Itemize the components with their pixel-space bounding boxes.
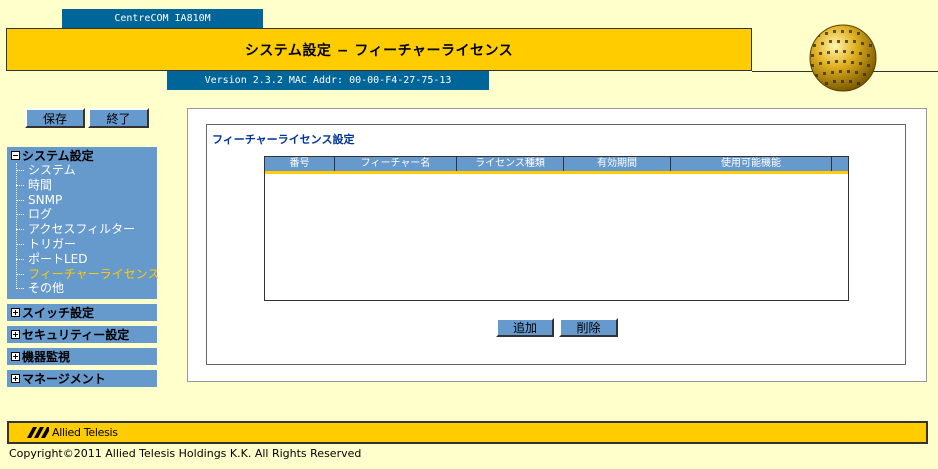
- expand-icon[interactable]: [11, 373, 20, 383]
- sidebar-item-trigger[interactable]: トリガー: [16, 237, 157, 252]
- page-title: システム設定 − フィーチャーライセンス: [6, 28, 752, 71]
- sidebar-item-port-led[interactable]: ポートLED: [16, 252, 157, 267]
- sidebar-group-system-header[interactable]: システム設定: [7, 147, 157, 163]
- model-name-tab: CentreCOM IA810M: [62, 9, 263, 28]
- sidebar-group-label: システム設定: [22, 148, 94, 163]
- column-header-validity-period: 有効期間: [564, 157, 671, 171]
- logo-text: Allied Telesis: [52, 426, 118, 439]
- table-header-row: 番号 フィーチャー名 ライセンス種類 有効期間 使用可能機能: [265, 157, 848, 174]
- sidebar-group-system: システム設定 システム 時間 SNMP ログ アクセスフィルター トリガー ポー…: [7, 147, 159, 299]
- column-header-available-features: 使用可能機能: [671, 157, 832, 171]
- sidebar-group-security[interactable]: セキュリティー設定: [7, 326, 157, 343]
- sidebar-item-snmp[interactable]: SNMP: [16, 193, 157, 208]
- add-button[interactable]: 追加: [496, 318, 554, 337]
- allied-telesis-logo: Allied Telesis: [27, 426, 118, 439]
- sidebar-group-label: 機器監視: [22, 349, 71, 364]
- globe-logo-icon: [809, 24, 877, 92]
- expand-icon[interactable]: [11, 329, 20, 339]
- sidebar-group-label: スイッチ設定: [22, 305, 95, 320]
- column-header-blank: [832, 157, 848, 171]
- sidebar-group-switch[interactable]: スイッチ設定: [7, 304, 157, 321]
- section-title: フィーチャーライセンス設定: [212, 133, 355, 146]
- footer-bar: Allied Telesis: [7, 421, 928, 444]
- sidebar-group-label: マネージメント: [22, 371, 106, 386]
- sidebar-item-time[interactable]: 時間: [16, 178, 157, 193]
- delete-button[interactable]: 削除: [559, 318, 618, 337]
- save-button[interactable]: 保存: [25, 108, 85, 128]
- sidebar-group-label: セキュリティー設定: [22, 327, 130, 342]
- copyright-text: Copyright©2011 Allied Telesis Holdings K…: [9, 447, 362, 460]
- sidebar-item-log[interactable]: ログ: [16, 207, 157, 222]
- collapse-icon[interactable]: [11, 150, 20, 160]
- sidebar-group-monitor[interactable]: 機器監視: [7, 348, 157, 365]
- license-table: 番号 フィーチャー名 ライセンス種類 有効期間 使用可能機能: [264, 156, 849, 301]
- version-info: Version 2.3.2 MAC Addr: 00-00-F4-27-75-1…: [167, 71, 489, 90]
- allied-telesis-mark-icon: [27, 427, 49, 438]
- column-header-number: 番号: [265, 157, 335, 171]
- expand-icon[interactable]: [11, 307, 20, 317]
- column-header-feature-name: フィーチャー名: [335, 157, 457, 171]
- sidebar-item-system[interactable]: システム: [16, 163, 157, 178]
- sidebar-group-management[interactable]: マネージメント: [7, 370, 157, 387]
- sidebar-item-other[interactable]: その他: [16, 281, 157, 296]
- sidebar-item-feature-license[interactable]: フィーチャーライセンス: [16, 267, 159, 282]
- sidebar-sub-list: システム 時間 SNMP ログ アクセスフィルター トリガー ポートLED フィ…: [16, 163, 159, 296]
- exit-button[interactable]: 終了: [88, 108, 149, 128]
- expand-icon[interactable]: [11, 351, 20, 361]
- sidebar-item-access-filter[interactable]: アクセスフィルター: [16, 222, 157, 237]
- column-header-license-type: ライセンス種類: [457, 157, 564, 171]
